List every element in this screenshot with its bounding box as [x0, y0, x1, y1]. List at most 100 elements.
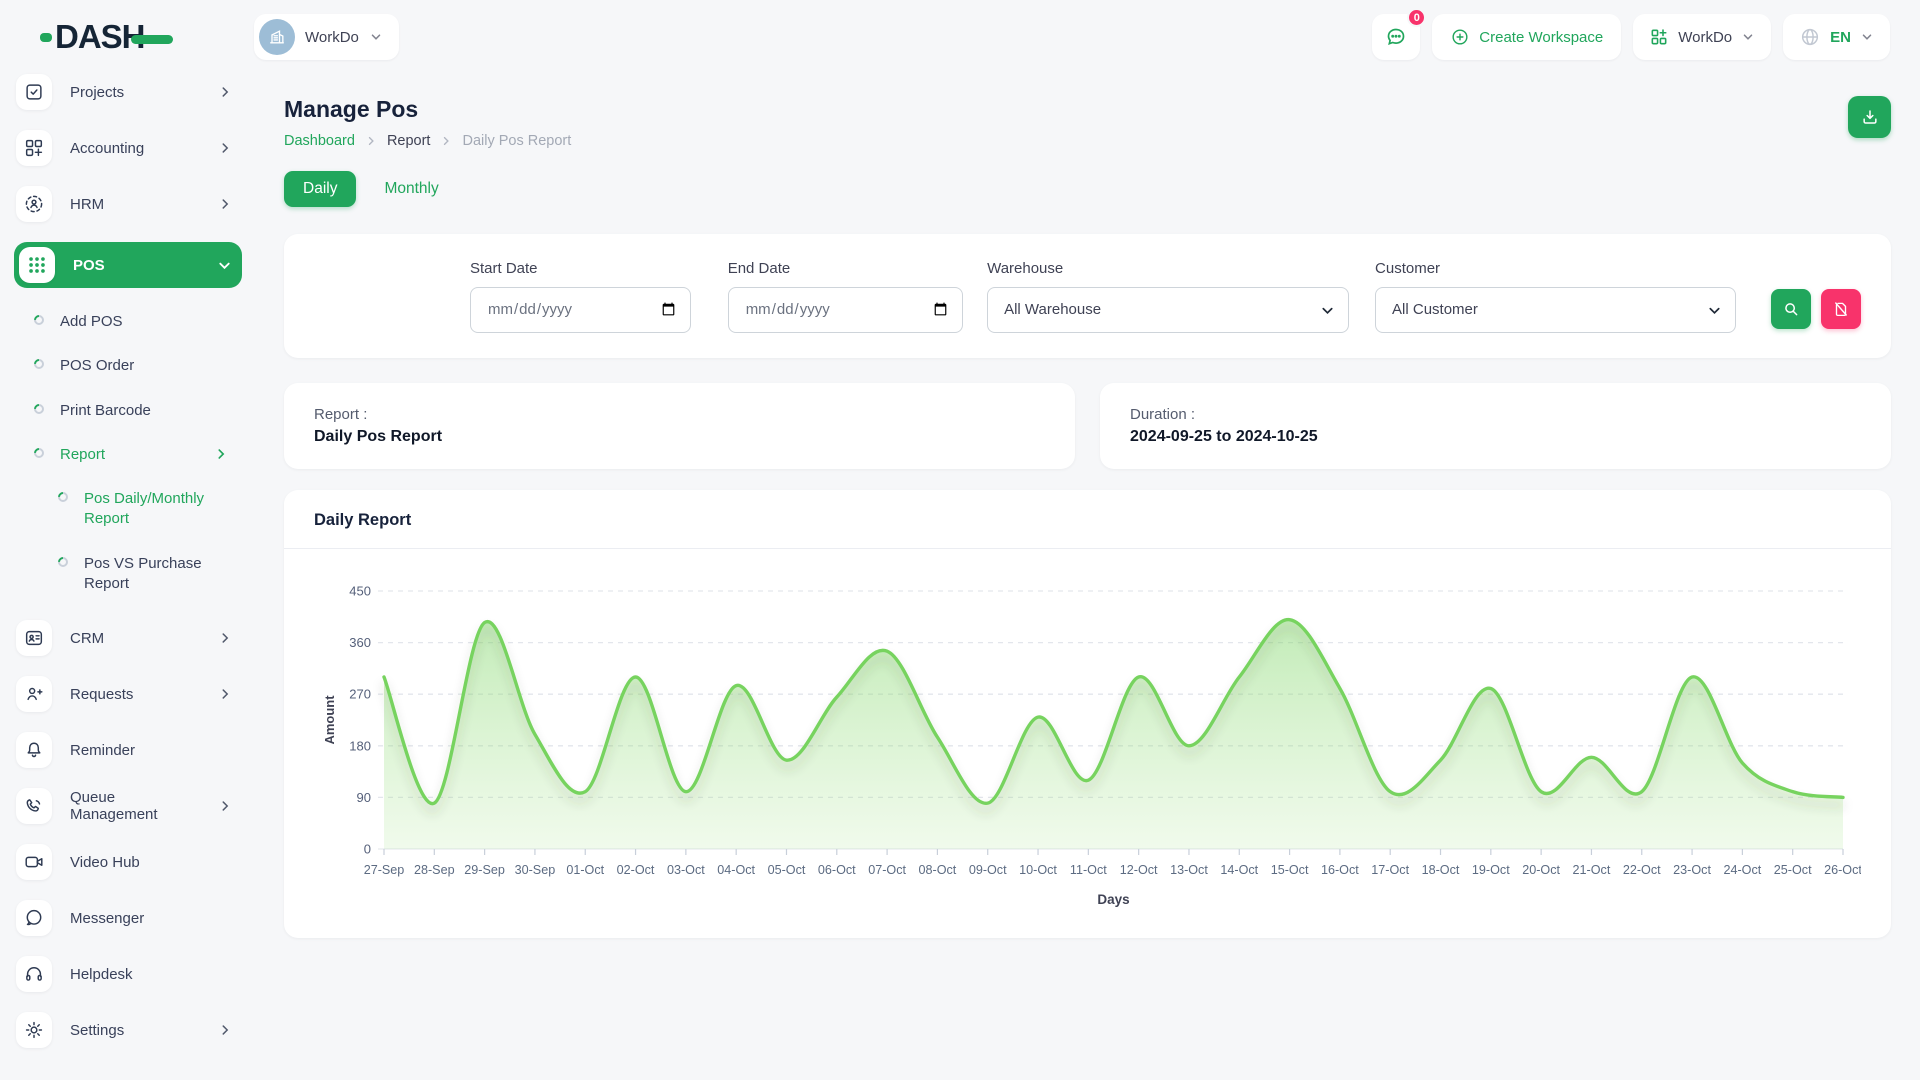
svg-text:06-Oct: 06-Oct	[818, 863, 856, 877]
projects-icon	[16, 74, 52, 110]
sidebar-item-reminder[interactable]: Reminder	[16, 732, 242, 768]
chevron-right-icon	[214, 447, 228, 461]
svg-text:19-Oct: 19-Oct	[1472, 863, 1510, 877]
daily-report-chart: 09018027036045027-Sep28-Sep29-Sep30-Sep0…	[284, 549, 1891, 920]
daily-report-card: Daily Report 09018027036045027-Sep28-Sep…	[284, 490, 1891, 938]
bullet-icon	[32, 446, 46, 460]
svg-text:10-Oct: 10-Oct	[1019, 863, 1057, 877]
filter-actions	[1771, 263, 1861, 329]
svg-text:0: 0	[364, 842, 371, 857]
pos-submenu: Add POS POS Order Print Barcode Report P…	[16, 312, 242, 594]
submenu-item-print-barcode[interactable]: Print Barcode	[34, 401, 242, 421]
workspace-switcher[interactable]: WorkDo	[254, 14, 399, 60]
svg-text:08-Oct: 08-Oct	[919, 863, 957, 877]
svg-text:30-Sep: 30-Sep	[515, 863, 556, 877]
svg-text:09-Oct: 09-Oct	[969, 863, 1007, 877]
sidebar-item-pos[interactable]: POS	[14, 242, 242, 288]
accounting-icon	[16, 130, 52, 166]
bullet-icon	[32, 313, 46, 327]
sidebar-item-crm[interactable]: CRM	[16, 620, 242, 656]
main-content: Manage Pos Dashboard Report Daily Pos Re…	[284, 96, 1891, 938]
crm-icon	[16, 620, 52, 656]
submenu-item-pos-daily-monthly-report[interactable]: Pos Daily/Monthly Report	[58, 489, 242, 530]
start-date-input[interactable]	[470, 287, 691, 333]
svg-text:26-Oct: 26-Oct	[1824, 863, 1861, 877]
create-workspace-button[interactable]: Create Workspace	[1432, 14, 1621, 60]
svg-text:29-Sep: 29-Sep	[464, 863, 505, 877]
language-menu-button[interactable]: EN	[1783, 14, 1890, 60]
customer-label: Customer	[1375, 260, 1736, 277]
svg-text:27-Sep: 27-Sep	[364, 863, 405, 877]
language-label: EN	[1830, 29, 1851, 46]
top-bar: DASH WorkDo 0 Create Workspace	[0, 0, 1920, 64]
sidebar-item-hrm[interactable]: HRM	[16, 186, 242, 222]
download-report-button[interactable]	[1848, 96, 1891, 138]
sidebar-item-settings[interactable]: Settings	[16, 1012, 242, 1048]
phone-call-icon	[16, 788, 52, 824]
end-date-field-group: End Date	[728, 260, 963, 333]
svg-text:23-Oct: 23-Oct	[1673, 863, 1711, 877]
svg-text:05-Oct: 05-Oct	[768, 863, 806, 877]
chevron-right-icon	[218, 141, 232, 155]
duration-label: Duration :	[1130, 406, 1861, 423]
svg-text:450: 450	[349, 584, 371, 599]
svg-text:90: 90	[357, 790, 371, 805]
page-title: Manage Pos	[284, 96, 571, 123]
globe-icon	[1799, 26, 1821, 48]
svg-text:02-Oct: 02-Oct	[617, 863, 655, 877]
sidebar-item-queue-management[interactable]: Queue Management	[16, 788, 242, 824]
chevron-down-icon	[217, 258, 232, 273]
end-date-label: End Date	[728, 260, 963, 277]
tab-daily[interactable]: Daily	[284, 171, 356, 207]
pos-icon	[19, 247, 55, 283]
sidebar-item-helpdesk[interactable]: Helpdesk	[16, 956, 242, 992]
sidebar-item-projects[interactable]: Projects	[16, 74, 242, 110]
chevron-right-icon	[218, 1023, 232, 1037]
submenu-item-pos-vs-purchase-report[interactable]: Pos VS Purchase Report	[58, 554, 242, 595]
sidebar-item-video-hub[interactable]: Video Hub	[16, 844, 242, 880]
breadcrumb-dashboard[interactable]: Dashboard	[284, 133, 355, 149]
gear-icon	[16, 1012, 52, 1048]
svg-text:12-Oct: 12-Oct	[1120, 863, 1158, 877]
submenu-item-report[interactable]: Report	[34, 445, 242, 465]
svg-text:20-Oct: 20-Oct	[1522, 863, 1560, 877]
sidebar-item-accounting[interactable]: Accounting	[16, 130, 242, 166]
svg-text:24-Oct: 24-Oct	[1723, 863, 1761, 877]
svg-text:Days: Days	[1097, 892, 1129, 907]
summary-row: Report : Daily Pos Report Duration : 202…	[284, 383, 1891, 469]
svg-text:17-Oct: 17-Oct	[1371, 863, 1409, 877]
search-button[interactable]	[1771, 289, 1811, 329]
filter-card: Start Date End Date Warehouse All Wareho…	[284, 234, 1891, 358]
warehouse-select[interactable]: All Warehouse	[987, 287, 1349, 333]
bullet-icon	[56, 490, 70, 504]
download-icon	[1860, 107, 1880, 127]
create-workspace-label: Create Workspace	[1479, 29, 1603, 46]
end-date-input[interactable]	[728, 287, 963, 333]
warehouse-label: Warehouse	[987, 260, 1349, 277]
reset-filter-button[interactable]	[1821, 289, 1861, 329]
submenu-item-pos-order[interactable]: POS Order	[34, 356, 242, 376]
start-date-field-group: Start Date	[470, 260, 691, 333]
notifications-button[interactable]: 0	[1372, 14, 1420, 60]
breadcrumb-report[interactable]: Report	[387, 133, 431, 149]
duration-value: 2024-09-25 to 2024-10-25	[1130, 428, 1861, 446]
svg-text:01-Oct: 01-Oct	[566, 863, 604, 877]
sidebar-item-requests[interactable]: Requests	[16, 676, 242, 712]
svg-text:11-Oct: 11-Oct	[1070, 863, 1107, 877]
chevron-right-icon	[218, 631, 232, 645]
svg-text:270: 270	[349, 687, 371, 702]
svg-text:07-Oct: 07-Oct	[868, 863, 906, 877]
sidebar-item-messenger[interactable]: Messenger	[16, 900, 242, 936]
search-icon	[1782, 300, 1800, 318]
tab-monthly[interactable]: Monthly	[384, 180, 438, 198]
chevron-right-icon	[218, 687, 232, 701]
report-value: Daily Pos Report	[314, 428, 1045, 446]
svg-text:14-Oct: 14-Oct	[1220, 863, 1258, 877]
warehouse-field-group: Warehouse All Warehouse	[987, 260, 1349, 333]
svg-text:15-Oct: 15-Oct	[1271, 863, 1309, 877]
page-header: Manage Pos Dashboard Report Daily Pos Re…	[284, 96, 1891, 149]
chevron-right-icon	[440, 135, 452, 147]
customer-select[interactable]: All Customer	[1375, 287, 1736, 333]
submenu-item-add-pos[interactable]: Add POS	[34, 312, 242, 332]
company-menu-button[interactable]: WorkDo	[1633, 14, 1771, 60]
